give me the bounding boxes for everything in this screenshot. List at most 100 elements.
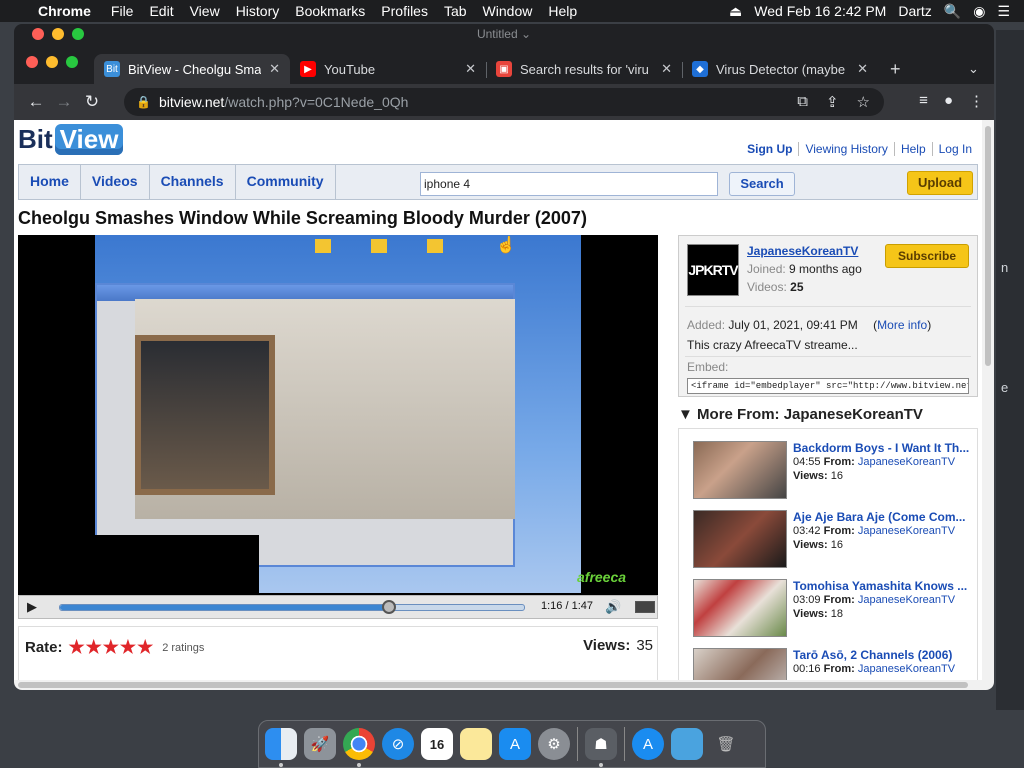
channel-link[interactable]: JapaneseKoreanTV <box>858 594 955 606</box>
volume-icon[interactable]: 🔊 <box>605 599 621 615</box>
trash-icon[interactable]: 🗑 <box>710 728 742 760</box>
reading-list-icon[interactable]: ≡ <box>919 92 928 110</box>
search-button[interactable]: Search <box>729 172 795 196</box>
lock-icon[interactable]: 🔒 <box>136 95 151 109</box>
tab-search-chevron-icon[interactable]: ⌄ <box>958 54 988 84</box>
scroll-thumb[interactable] <box>18 682 968 688</box>
channel-avatar[interactable]: JPKRTV <box>687 244 739 296</box>
tab-bitview[interactable]: Bit BitView - Cheolgu Sma ✕ <box>94 54 290 84</box>
video-thumbnail[interactable] <box>693 510 787 568</box>
app-menu[interactable]: Chrome <box>30 3 103 19</box>
menu-profiles[interactable]: Profiles <box>373 3 436 19</box>
calendar-icon[interactable]: 16 <box>421 728 453 760</box>
nav-videos[interactable]: Videos <box>81 164 150 200</box>
robot-app-icon[interactable]: ☗ <box>585 728 617 767</box>
chrome-icon[interactable] <box>343 728 375 767</box>
menu-help[interactable]: Help <box>540 3 585 19</box>
finder-icon[interactable] <box>265 728 297 767</box>
sign-up-link[interactable]: Sign Up <box>741 142 798 156</box>
notes-icon[interactable] <box>460 728 492 760</box>
close-tab-icon[interactable]: ✕ <box>857 61 868 77</box>
spotlight-search-icon[interactable]: 🔍 <box>944 3 961 20</box>
seek-handle[interactable] <box>382 600 397 614</box>
safari-icon[interactable]: ⊘ <box>382 728 414 760</box>
video-thumbnail[interactable] <box>693 648 787 680</box>
close-traffic-light[interactable] <box>26 56 38 68</box>
log-in-link[interactable]: Log In <box>931 142 978 156</box>
control-center-icon[interactable]: ☰ <box>997 3 1010 20</box>
fullscreen-icon[interactable] <box>635 601 655 613</box>
more-from-header[interactable]: ▼ More From: JapaneseKoreanTV <box>678 406 923 423</box>
nav-community[interactable]: Community <box>236 164 336 200</box>
user-name[interactable]: Dartz <box>898 3 931 19</box>
help-link[interactable]: Help <box>893 142 932 156</box>
profile-avatar-icon[interactable]: ● <box>944 92 953 110</box>
siri-icon[interactable]: ◉ <box>973 3 985 20</box>
play-icon[interactable]: ▶ <box>19 599 45 615</box>
rating-stars[interactable]: ★★★★★ <box>69 637 155 658</box>
related-video-title[interactable]: Aje Aje Bara Aje (Come Com... <box>793 510 977 524</box>
menu-edit[interactable]: Edit <box>141 3 181 19</box>
share-icon[interactable]: ⇪ <box>826 93 839 111</box>
address-bar[interactable]: 🔒 bitview.net/watch.php?v=0C1Nede_0Qh ⧉ … <box>124 88 884 116</box>
launchpad-icon[interactable]: 🚀 <box>304 728 336 760</box>
minimize-traffic-light[interactable] <box>46 56 58 68</box>
tab-virus-detector[interactable]: ◆ Virus Detector (maybe ✕ <box>682 54 878 84</box>
horizontal-scrollbar[interactable] <box>14 680 982 690</box>
tab-youtube[interactable]: ▶ YouTube ✕ <box>290 54 486 84</box>
collapse-triangle-icon[interactable]: ▼ <box>678 406 693 423</box>
video-player[interactable]: afreeca ☝ <box>18 235 658 595</box>
related-video-title[interactable]: Tomohisa Yamashita Knows ... <box>793 579 977 593</box>
viewing-history-link[interactable]: Viewing History <box>798 142 893 156</box>
channel-name-link[interactable]: JapaneseKoreanTV <box>747 244 858 258</box>
menu-tab[interactable]: Tab <box>436 3 475 19</box>
search-input[interactable]: iphone 4 <box>420 172 718 196</box>
bookmark-star-icon[interactable]: ☆ <box>857 93 870 111</box>
scroll-thumb[interactable] <box>985 126 991 366</box>
related-video-title[interactable]: Backdorm Boys - I Want It Th... <box>793 441 977 455</box>
channel-link[interactable]: JapaneseKoreanTV <box>858 525 955 537</box>
bitview-logo[interactable]: Bit View <box>18 124 124 155</box>
downloads-folder-icon[interactable] <box>671 728 703 760</box>
menu-view[interactable]: View <box>182 3 228 19</box>
menu-bookmarks[interactable]: Bookmarks <box>287 3 373 19</box>
close-tab-icon[interactable]: ✕ <box>661 61 672 77</box>
back-arrow-icon[interactable]: ← <box>22 92 50 112</box>
fullscreen-traffic-light[interactable] <box>66 56 78 68</box>
channel-link[interactable]: JapaneseKoreanTV <box>858 663 955 675</box>
tab-search-results[interactable]: ▣ Search results for 'viru ✕ <box>486 54 682 84</box>
close-tab-icon[interactable]: ✕ <box>465 61 476 77</box>
list-item[interactable]: Backdorm Boys - I Want It Th... 04:55 Fr… <box>693 441 977 501</box>
minimize-window-button[interactable] <box>52 28 64 40</box>
channel-link[interactable]: JapaneseKoreanTV <box>858 456 955 468</box>
eject-icon[interactable]: ⏏ <box>729 3 742 20</box>
more-menu-icon[interactable]: ⋮ <box>969 92 984 110</box>
list-item[interactable]: Tomohisa Yamashita Knows ... 03:09 From:… <box>693 579 977 639</box>
nav-channels[interactable]: Channels <box>150 164 236 200</box>
menu-history[interactable]: History <box>228 3 288 19</box>
popup-blocked-icon[interactable]: ⧉ <box>797 93 808 111</box>
video-thumbnail[interactable] <box>693 441 787 499</box>
forward-arrow-icon[interactable]: → <box>50 92 78 112</box>
close-window-button[interactable] <box>32 28 44 40</box>
list-item[interactable]: Tarō Asō, 2 Channels (2006) 00:16 From: … <box>693 648 977 680</box>
video-thumbnail[interactable] <box>693 579 787 637</box>
subscribe-button[interactable]: Subscribe <box>885 244 969 268</box>
seek-bar[interactable] <box>59 600 525 614</box>
system-preferences-icon[interactable]: ⚙ <box>538 728 570 760</box>
app-store-download-icon[interactable]: A <box>632 728 664 760</box>
menu-window[interactable]: Window <box>475 3 541 19</box>
menu-file[interactable]: File <box>103 3 142 19</box>
clock[interactable]: Wed Feb 16 2:42 PM <box>754 3 886 19</box>
nav-home[interactable]: Home <box>19 164 81 200</box>
more-info-link[interactable]: More info <box>877 318 927 332</box>
embed-code-field[interactable]: <iframe id="embedplayer" src="http://www… <box>687 378 969 394</box>
reload-icon[interactable]: ↻ <box>78 92 106 112</box>
close-tab-icon[interactable]: ✕ <box>269 61 280 77</box>
zoom-window-button[interactable] <box>72 28 84 40</box>
vertical-scrollbar[interactable] <box>982 120 994 690</box>
app-store-icon[interactable]: A <box>499 728 531 760</box>
list-item[interactable]: Aje Aje Bara Aje (Come Com... 03:42 From… <box>693 510 977 570</box>
new-tab-plus-icon[interactable]: + <box>880 54 910 84</box>
upload-button[interactable]: Upload <box>907 171 973 195</box>
